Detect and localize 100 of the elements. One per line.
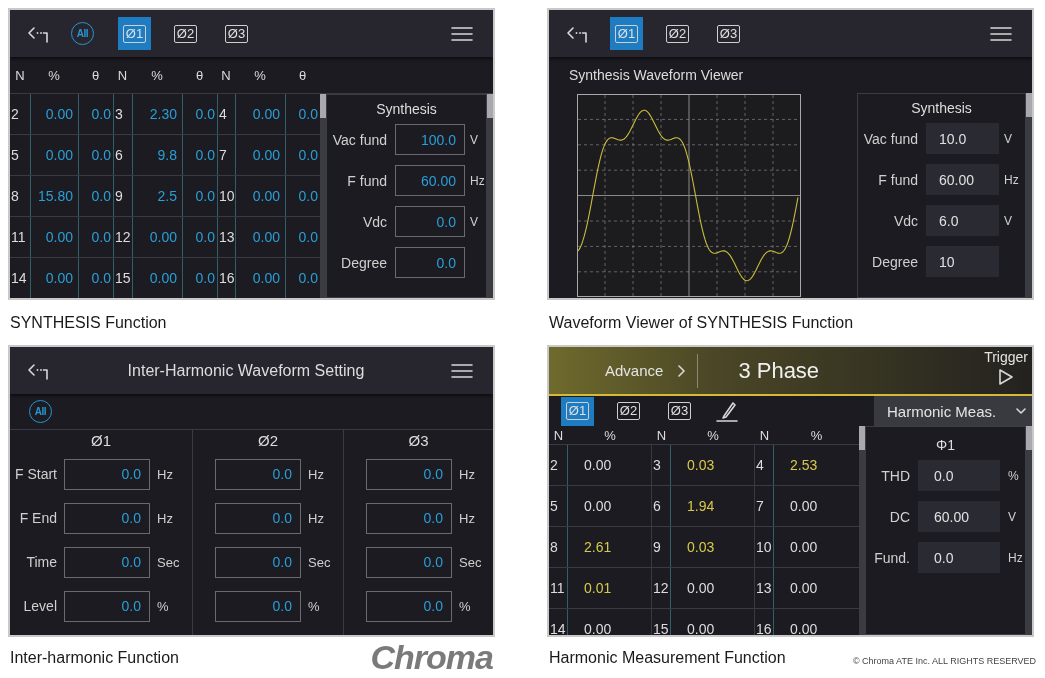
unit-label: V bbox=[1004, 213, 1012, 228]
input-field[interactable]: 0.0 bbox=[366, 502, 452, 534]
menu-icon[interactable] bbox=[451, 25, 473, 42]
input-field[interactable]: 0.0 bbox=[918, 460, 1000, 491]
table-cell[interactable]: 9.8 bbox=[132, 135, 182, 175]
table-cell[interactable]: 2.30 bbox=[132, 94, 182, 134]
scrollbar-track[interactable] bbox=[320, 94, 326, 298]
chevron-right-icon bbox=[677, 364, 686, 377]
column-header: θ bbox=[194, 67, 205, 83]
phase-tab[interactable]: Ø2 bbox=[661, 17, 694, 50]
table-cell[interactable]: 0.00 bbox=[30, 135, 78, 175]
table-cell[interactable]: 2.5 bbox=[132, 176, 182, 216]
table-cell[interactable]: 0.00 bbox=[30, 94, 78, 134]
table-cell: 4 bbox=[217, 94, 235, 134]
input-field[interactable]: 0.0 bbox=[395, 247, 465, 278]
table-cell: 3 bbox=[652, 445, 671, 485]
phase-tab[interactable]: Ø1 bbox=[118, 17, 151, 50]
phase-tab[interactable]: Ø2 bbox=[169, 17, 202, 50]
scrollbar-thumb[interactable] bbox=[320, 94, 326, 118]
table-cell[interactable]: 0.0 bbox=[78, 176, 113, 216]
input-field[interactable]: 6.0 bbox=[926, 205, 999, 236]
table-cell[interactable]: 0.00 bbox=[132, 217, 182, 257]
input-field[interactable]: 0.0 bbox=[215, 502, 301, 534]
table-cell[interactable]: 0.0 bbox=[78, 258, 113, 298]
phase-tab[interactable]: Ø1 bbox=[610, 17, 643, 50]
field-label: Fund. bbox=[873, 549, 911, 566]
table-cell: 16 bbox=[755, 609, 774, 635]
table-cell[interactable]: 0.0 bbox=[182, 94, 217, 134]
scrollbar-thumb[interactable] bbox=[859, 426, 865, 450]
phase-tab[interactable]: Ø2 bbox=[612, 396, 645, 426]
mode-dropdown[interactable]: Harmonic Meas. bbox=[874, 396, 1032, 426]
table-cell[interactable]: 0.0 bbox=[78, 217, 113, 257]
scrollbar-thumb[interactable] bbox=[1026, 426, 1032, 450]
input-field[interactable]: 60.00 bbox=[395, 165, 465, 196]
input-field[interactable]: 60.00 bbox=[926, 164, 999, 195]
input-field[interactable]: 60.00 bbox=[918, 501, 1000, 532]
input-field[interactable]: 0.0 bbox=[215, 546, 301, 578]
table-cell: 14 bbox=[549, 609, 568, 635]
input-field[interactable]: 0.0 bbox=[395, 206, 465, 237]
scrollbar-track[interactable] bbox=[1026, 93, 1032, 298]
table-cell[interactable]: 0.0 bbox=[182, 217, 217, 257]
input-field[interactable]: 0.0 bbox=[64, 546, 150, 578]
unit-label: Hz bbox=[157, 510, 173, 526]
table-cell[interactable]: 0.00 bbox=[235, 135, 285, 175]
table-cell[interactable]: 0.00 bbox=[132, 258, 182, 298]
table-cell[interactable]: 0.0 bbox=[182, 258, 217, 298]
input-field[interactable]: 10.0 bbox=[926, 123, 999, 154]
table-cell[interactable]: 0.0 bbox=[78, 135, 113, 175]
phase-tab[interactable]: Ø3 bbox=[220, 17, 253, 50]
table-cell[interactable]: 0.00 bbox=[30, 217, 78, 257]
table-cell[interactable]: 0.00 bbox=[235, 258, 285, 298]
column-header: N bbox=[220, 67, 232, 83]
input-field[interactable]: 0.0 bbox=[215, 458, 301, 490]
unit-label: Sec bbox=[308, 554, 331, 570]
mode-button[interactable]: Advance bbox=[605, 362, 664, 379]
input-field[interactable]: 100.0 bbox=[395, 124, 465, 155]
table-cell: 7 bbox=[755, 486, 774, 526]
field-label: Degree bbox=[871, 253, 919, 270]
field-label: F fund bbox=[346, 172, 388, 189]
input-field[interactable]: 0.0 bbox=[215, 590, 301, 622]
table-cell[interactable]: 0.00 bbox=[235, 94, 285, 134]
input-field[interactable]: 0.0 bbox=[64, 458, 150, 490]
input-field[interactable]: 0.0 bbox=[366, 590, 452, 622]
unit-label: Hz bbox=[470, 173, 485, 188]
scrollbar-track[interactable] bbox=[1026, 426, 1032, 635]
table-cell[interactable]: 0.00 bbox=[235, 217, 285, 257]
column-header: % bbox=[809, 427, 824, 443]
table-cell[interactable]: 0.00 bbox=[235, 176, 285, 216]
field-label: THD bbox=[880, 467, 911, 484]
table-cell[interactable]: 15.80 bbox=[30, 176, 78, 216]
unit-label: Hz bbox=[157, 466, 173, 482]
input-field[interactable]: 0.0 bbox=[366, 458, 452, 490]
table-cell-text: 8 bbox=[10, 187, 20, 206]
phase-tab[interactable]: Ø1 bbox=[561, 396, 594, 426]
input-field[interactable]: 10 bbox=[926, 246, 999, 277]
table-cell-text: 2.53 bbox=[789, 456, 819, 475]
scrollbar-track[interactable] bbox=[487, 94, 493, 298]
trigger-button[interactable]: Trigger bbox=[984, 347, 1032, 386]
pen-icon[interactable] bbox=[716, 400, 738, 422]
phase-tab[interactable]: Ø3 bbox=[712, 17, 745, 50]
input-field[interactable]: 0.0 bbox=[918, 542, 1000, 573]
table-cell[interactable]: 0.0 bbox=[182, 176, 217, 216]
scrollbar-thumb[interactable] bbox=[1026, 93, 1032, 117]
table-cell: 0.00 bbox=[568, 609, 652, 635]
menu-icon[interactable] bbox=[451, 362, 473, 379]
phase-tab[interactable]: Ø3 bbox=[663, 396, 696, 426]
table-cell: 0.03 bbox=[671, 527, 755, 567]
input-field[interactable]: 0.0 bbox=[366, 546, 452, 578]
table-cell[interactable]: 0.0 bbox=[182, 135, 217, 175]
table-cell[interactable]: 0.0 bbox=[78, 94, 113, 134]
table-cell[interactable]: 0.00 bbox=[30, 258, 78, 298]
table-cell: 1.94 bbox=[671, 486, 755, 526]
field-label: Time bbox=[25, 554, 57, 570]
phase-heading: Ø2 bbox=[257, 431, 279, 451]
input-field[interactable]: 0.0 bbox=[64, 502, 150, 534]
scrollbar-track[interactable] bbox=[859, 426, 865, 635]
field-label: Vac fund bbox=[331, 131, 388, 148]
input-field[interactable]: 0.0 bbox=[64, 590, 150, 622]
menu-icon[interactable] bbox=[990, 25, 1012, 42]
scrollbar-thumb[interactable] bbox=[487, 94, 493, 118]
